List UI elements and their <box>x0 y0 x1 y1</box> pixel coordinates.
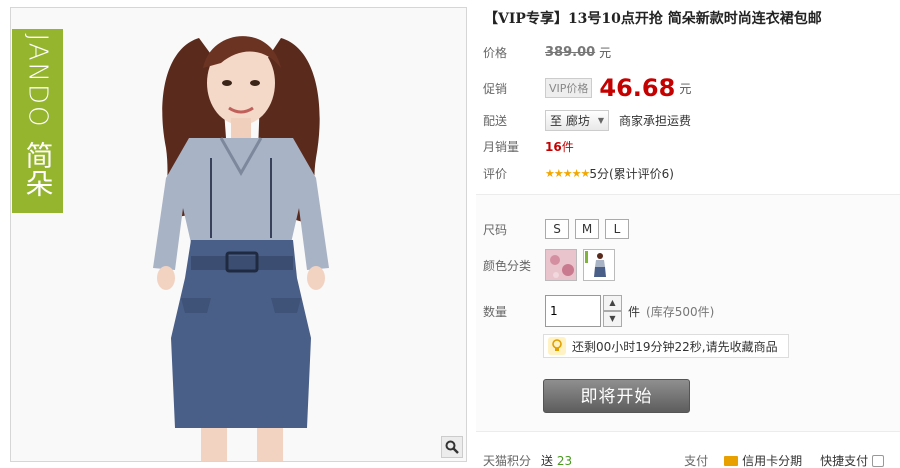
quantity-stepper: ▲ ▼ <box>545 295 622 327</box>
sku-selector: 尺码 S M L 颜色分类 数量 1 ▲ ▼ 件 (库存500件) 还剩00小时… <box>476 194 900 432</box>
sales-unit: 件 <box>561 140 574 154</box>
brand-logo-cn-text: 简朵 <box>21 141 55 197</box>
credit-card-icon <box>724 455 739 466</box>
lightbulb-icon <box>548 337 566 355</box>
denim-dress-swatch <box>584 250 614 280</box>
color-option-pink-floral[interactable] <box>545 249 577 281</box>
sales-count: 16 <box>545 139 562 154</box>
points-label: 天猫积分 <box>483 454 532 468</box>
size-option-s[interactable]: S <box>545 219 569 239</box>
price-row: 价格 389.00 元 <box>483 44 611 61</box>
service-bar: 天猫积分 送 23 支付 信用卡分期 快捷支付 <box>483 452 900 468</box>
shipping-label: 配送 <box>483 114 508 128</box>
vip-price-badge: VIP价格 <box>545 78 593 98</box>
quantity-row: 数量 ▲ ▼ 件 (库存500件) <box>483 295 714 327</box>
price-unit: 元 <box>599 46 612 60</box>
promo-price: 46.68 <box>599 74 676 102</box>
location-selector[interactable]: 至 廊坊 ▼ <box>545 110 610 131</box>
rating-row[interactable]: 评价 ★★★★★ 5分(累计评价6) <box>483 165 674 182</box>
rating-label: 评价 <box>483 167 508 181</box>
stock-text: (库存500件) <box>646 304 715 319</box>
countdown-tip: 还剩00小时19分钟22秒,请先收藏商品 <box>543 334 789 358</box>
sales-row: 月销量 16 件 <box>483 138 574 155</box>
product-info-panel: 【VIP专享】13号10点开抢 简朵新款时尚连衣裙包邮 价格 389.00 元 … <box>476 0 900 468</box>
triangle-down-icon: ▼ <box>597 116 605 125</box>
quantity-input[interactable] <box>545 295 601 327</box>
promo-row: 促销 VIP价格 46.68 元 <box>483 74 691 102</box>
quantity-increase-button[interactable]: ▲ <box>603 295 622 311</box>
product-image[interactable]: JANDO 简朵 <box>10 7 467 462</box>
location-name: 廊坊 <box>565 114 590 128</box>
zoom-button[interactable] <box>441 436 463 458</box>
points-prefix: 送 <box>541 454 554 468</box>
sales-label: 月销量 <box>483 140 520 154</box>
magnifier-icon <box>445 440 459 454</box>
points-value: 23 <box>556 454 573 468</box>
countdown-text: 还剩00小时19分钟22秒,请先收藏商品 <box>572 339 778 354</box>
rating-score: 5分(累计评价6) <box>589 167 674 181</box>
quick-pay-icon <box>872 454 885 467</box>
product-title: 【VIP专享】13号10点开抢 简朵新款时尚连衣裙包邮 <box>484 11 822 27</box>
quantity-decrease-button[interactable]: ▼ <box>603 311 622 327</box>
coming-soon-button[interactable]: 即将开始 <box>543 379 690 413</box>
original-price: 389.00 <box>545 45 596 60</box>
color-row: 颜色分类 <box>483 249 621 281</box>
points-info: 送 23 <box>541 452 572 468</box>
brand-logo-cn: 简朵 <box>12 141 63 204</box>
shipping-row: 配送 至 廊坊 ▼ 商家承担运费 <box>483 110 691 131</box>
size-label: 尺码 <box>483 222 508 237</box>
quantity-unit: 件 <box>628 304 641 319</box>
quantity-label: 数量 <box>483 304 508 319</box>
shipping-note: 商家承担运费 <box>619 114 692 128</box>
quantity-steps: ▲ ▼ <box>603 295 622 327</box>
promo-unit: 元 <box>679 81 692 96</box>
model-illustration <box>153 36 329 461</box>
color-option-denim-dress[interactable] <box>583 249 615 281</box>
brand-logo: JANDO 简朵 <box>12 29 63 213</box>
size-option-m[interactable]: M <box>575 219 599 239</box>
color-label: 颜色分类 <box>483 258 532 273</box>
star-rating-icon: ★★★★★ <box>545 167 590 180</box>
promo-label: 促销 <box>483 81 508 96</box>
brand-logo-en: JANDO <box>22 33 53 129</box>
location-prefix: 至 <box>550 114 563 128</box>
pink-floral-swatch <box>546 250 576 280</box>
price-label: 价格 <box>483 46 508 60</box>
quick-pay-link[interactable]: 快捷支付 <box>820 452 868 468</box>
pay-label: 支付 <box>684 454 709 468</box>
credit-installment-link[interactable]: 信用卡分期 <box>742 452 802 468</box>
size-row: 尺码 S M L <box>483 219 635 239</box>
size-option-l[interactable]: L <box>605 219 629 239</box>
